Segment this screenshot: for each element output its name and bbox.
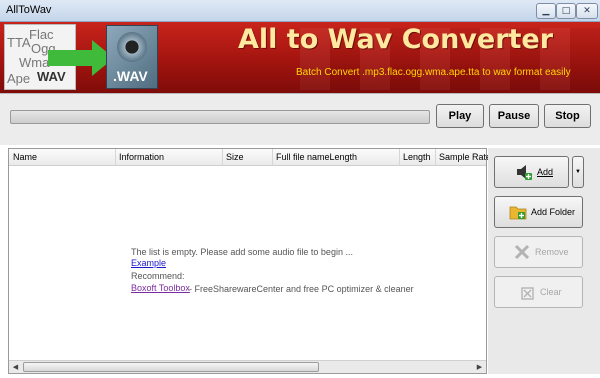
speaker-icon (517, 165, 532, 180)
add-button[interactable]: Add (494, 156, 569, 188)
file-list[interactable]: Name Information Size Full file nameLeng… (8, 148, 491, 374)
column-header-name[interactable]: Name (13, 152, 37, 162)
minimize-button[interactable]: ▁ (536, 3, 556, 19)
conversion-progress-bar (10, 110, 430, 124)
scroll-right-icon[interactable]: ▶ (473, 361, 486, 373)
stop-button[interactable]: Stop (544, 104, 591, 128)
column-header-length[interactable]: Length (403, 152, 431, 162)
column-header-size[interactable]: Size (226, 152, 244, 162)
app-headline: All to Wav Converter (238, 24, 554, 55)
action-panel: Add ▼ Add Folder Remove Clear (488, 148, 600, 374)
add-folder-button-label: Add Folder (531, 207, 576, 217)
title-bar: AllToWav ▁ □ ✕ (0, 0, 600, 22)
remove-icon (514, 244, 530, 260)
column-header-sample-rate[interactable]: Sample Rate (439, 152, 491, 162)
recommend-label: Recommend: (131, 271, 185, 281)
add-folder-button[interactable]: Add Folder (494, 196, 583, 228)
close-button[interactable]: ✕ (576, 3, 598, 19)
pause-button[interactable]: Pause (489, 104, 539, 128)
format-label: Flac (29, 27, 54, 42)
list-header: Name Information Size Full file nameLeng… (9, 149, 491, 166)
window-title: AllToWav (6, 4, 52, 16)
scroll-left-icon[interactable]: ◀ (9, 361, 22, 373)
folder-icon (509, 206, 527, 220)
horizontal-scrollbar[interactable]: ◀ ▶ (9, 360, 486, 373)
play-button[interactable]: Play (436, 104, 484, 128)
speaker-icon: .WAV (106, 25, 158, 89)
empty-list-message: The list is empty. Please add some audio… (131, 247, 353, 257)
remove-button-label: Remove (535, 247, 569, 257)
maximize-button[interactable]: □ (556, 3, 576, 19)
app-tagline: Batch Convert .mp3.flac.ogg.wma.ape.tta … (296, 67, 571, 78)
example-link[interactable]: Example (131, 258, 166, 268)
column-header-full-file-name[interactable]: Full file nameLength (276, 152, 357, 162)
add-button-label: Add (537, 167, 554, 177)
remove-button[interactable]: Remove (494, 236, 583, 268)
format-label: TTA (7, 35, 31, 50)
arrow-icon (48, 50, 96, 66)
format-label: Ape (7, 71, 31, 86)
add-dropdown-button[interactable]: ▼ (572, 156, 584, 188)
speaker-label: .WAV (113, 68, 148, 84)
clear-button[interactable]: Clear (494, 276, 583, 308)
column-header-information[interactable]: Information (119, 152, 164, 162)
clear-icon (521, 287, 534, 300)
target-format-label: WAV (37, 69, 66, 84)
boxoft-toolbox-link[interactable]: Boxoft Toolbox (131, 283, 190, 293)
banner: TTA Flac Ogg Wma Ape WAV .WAV All to Wav… (0, 22, 600, 93)
format-label: Wma (19, 55, 50, 70)
recommend-description: - FreeSharewareCenter and free PC optimi… (189, 284, 414, 294)
clear-button-label: Clear (540, 287, 562, 297)
scroll-thumb[interactable] (23, 362, 319, 372)
